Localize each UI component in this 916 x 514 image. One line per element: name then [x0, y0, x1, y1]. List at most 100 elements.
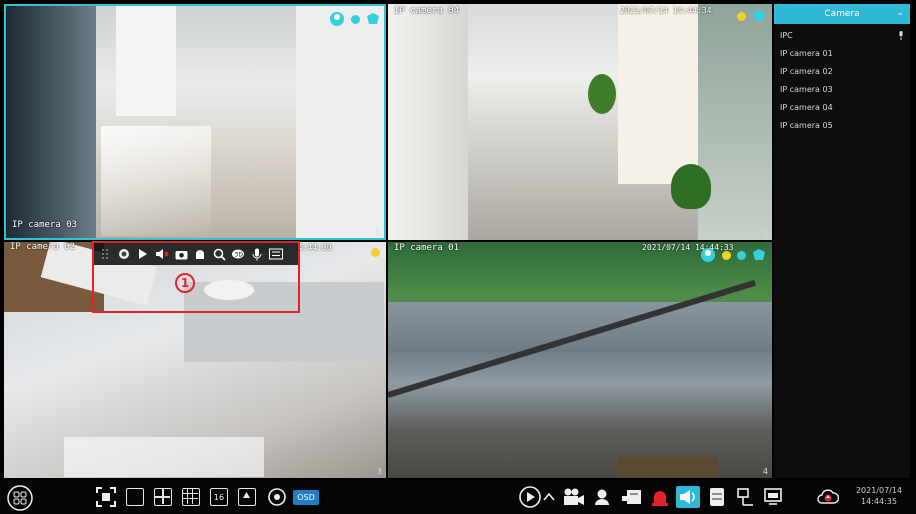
- disk-icon: [710, 488, 724, 506]
- split-16-label: 16: [213, 492, 225, 502]
- callout-marker: 1: [175, 273, 195, 293]
- sequence-button[interactable]: [266, 486, 288, 508]
- camera-group-label: IPC: [780, 30, 793, 40]
- plant: [588, 74, 616, 114]
- camera-tile-1[interactable]: IP camera 03 1: [4, 4, 386, 240]
- alert-dot-icon: [737, 11, 746, 21]
- sidebar-item-camera[interactable]: IP camera 02: [774, 62, 910, 80]
- camera-record-icon: [564, 488, 584, 505]
- sidebar-item-label: IP camera 01: [780, 48, 833, 58]
- bottom-toolbar: 16 OSD: [0, 480, 916, 514]
- custom-split-button[interactable]: [236, 486, 258, 508]
- network-icon: [737, 488, 753, 506]
- road: [388, 302, 772, 352]
- split-9-icon: [182, 488, 200, 506]
- osd-label: OSD: [293, 489, 319, 505]
- alarm-light-button[interactable]: [648, 486, 672, 508]
- door-wall: [388, 4, 468, 240]
- deck: [618, 457, 718, 478]
- window-icon: [764, 488, 782, 505]
- start-menu-button[interactable]: [6, 484, 34, 512]
- window-button[interactable]: [762, 486, 784, 508]
- tile-overlay-icons: [329, 11, 380, 27]
- floor-reflection: [101, 126, 211, 236]
- toolbar-highlight-box: [92, 241, 300, 313]
- split-4-button[interactable]: [152, 486, 174, 508]
- custom-split-icon: [238, 488, 256, 506]
- motion-icon: [737, 250, 746, 260]
- tile-index: 2: [762, 229, 768, 238]
- sidebar-item-camera[interactable]: IP camera 03: [774, 80, 910, 98]
- alert-dot-icon: [371, 248, 380, 257]
- glass-panel: [698, 4, 772, 240]
- manual-alarm-button[interactable]: [590, 486, 614, 508]
- chevron-up-icon: [543, 492, 555, 501]
- alarm-light-icon: [652, 491, 668, 506]
- camera-title: IP camera 01: [394, 243, 460, 253]
- play-circle-icon: [519, 486, 541, 508]
- recorder-icon: [622, 490, 641, 504]
- sidebar-item-label: IP camera 03: [780, 84, 833, 94]
- alert-dot-icon: [722, 250, 731, 260]
- osd-button[interactable]: OSD: [292, 486, 320, 508]
- camera-group-ipc[interactable]: IPC: [774, 26, 910, 44]
- sidebar-item-label: IP camera 04: [780, 102, 833, 112]
- sidebar-item-camera[interactable]: IP camera 01: [774, 44, 910, 62]
- person-detect-icon: [330, 12, 344, 26]
- plant-large: [671, 164, 711, 209]
- tile-overlay-icons: [700, 247, 766, 263]
- camera-panel-header[interactable]: Camera ⌄: [774, 4, 910, 24]
- bookshelf: [618, 4, 698, 184]
- speaker-icon: [680, 490, 695, 504]
- cloud-upgrade-button[interactable]: [816, 486, 840, 508]
- camera-tile-2[interactable]: IP camera 04 2021/07/14 14:44:34 2: [388, 4, 772, 240]
- menu-grid-icon: [7, 485, 33, 511]
- camera-panel-title: Camera: [824, 9, 860, 19]
- tile-index: 3: [376, 467, 382, 476]
- clock-time: 14:44:35: [861, 497, 897, 506]
- record-button[interactable]: [620, 486, 644, 508]
- camera-title: IP camera 03: [12, 220, 78, 230]
- camera-tile-4[interactable]: IP camera 01 2021/07/14 14:44:33 4: [388, 242, 772, 478]
- disk-button[interactable]: [706, 486, 728, 508]
- camera-panel: Camera ⌄ IPC IP camera 01 IP camera 02 I…: [774, 4, 910, 478]
- floor-light: [64, 437, 264, 477]
- sidebar-item-label: IP camera 02: [780, 66, 833, 76]
- expand-button[interactable]: [542, 486, 556, 508]
- split-4-icon: [154, 488, 172, 506]
- alarm-shield-icon: [367, 13, 379, 24]
- person-detect-icon: [701, 248, 715, 262]
- camera-title: IP camera 04: [394, 6, 460, 16]
- pillar: [116, 6, 176, 116]
- split-16-button[interactable]: 16: [208, 486, 230, 508]
- system-clock: 2021/07/14 14:44:35: [846, 485, 912, 507]
- clock-date: 2021/07/14: [855, 486, 903, 495]
- sidebar-item-label: IP camera 05: [780, 120, 833, 130]
- camera-timestamp: 2021/07/14 14:44:34: [620, 6, 712, 15]
- tile-overlay-icons: [737, 9, 766, 23]
- split-1-button[interactable]: [124, 486, 146, 508]
- chevron-down-icon[interactable]: ⌄: [896, 8, 904, 18]
- playback-button[interactable]: [518, 486, 542, 508]
- microphone-icon: [899, 30, 903, 40]
- tile-index: 4: [762, 467, 768, 476]
- split-16-icon: 16: [210, 488, 228, 506]
- split-1-icon: [126, 488, 144, 506]
- tile-overlay-icons: [371, 248, 380, 257]
- audio-alarm-button[interactable]: [676, 486, 700, 508]
- motion-icon: [351, 14, 360, 24]
- sidebar-item-camera[interactable]: IP camera 05: [774, 116, 910, 134]
- alarm-shield-icon: [753, 249, 765, 260]
- network-button[interactable]: [734, 486, 756, 508]
- tile-index: 1: [374, 227, 380, 236]
- fullscreen-button[interactable]: [94, 486, 118, 508]
- sidebar-item-camera[interactable]: IP camera 04: [774, 98, 910, 116]
- user-alarm-icon: [595, 489, 609, 505]
- alarm-shield-icon: [753, 10, 765, 21]
- record-status-button[interactable]: [560, 486, 586, 508]
- sequence-icon: [268, 488, 286, 506]
- camera-title: IP camera 02: [10, 242, 76, 252]
- window-wall: [6, 6, 96, 238]
- live-view: IP camera 03 1 IP camera 04 2021/07/14 1…: [0, 0, 916, 514]
- split-9-button[interactable]: [180, 486, 202, 508]
